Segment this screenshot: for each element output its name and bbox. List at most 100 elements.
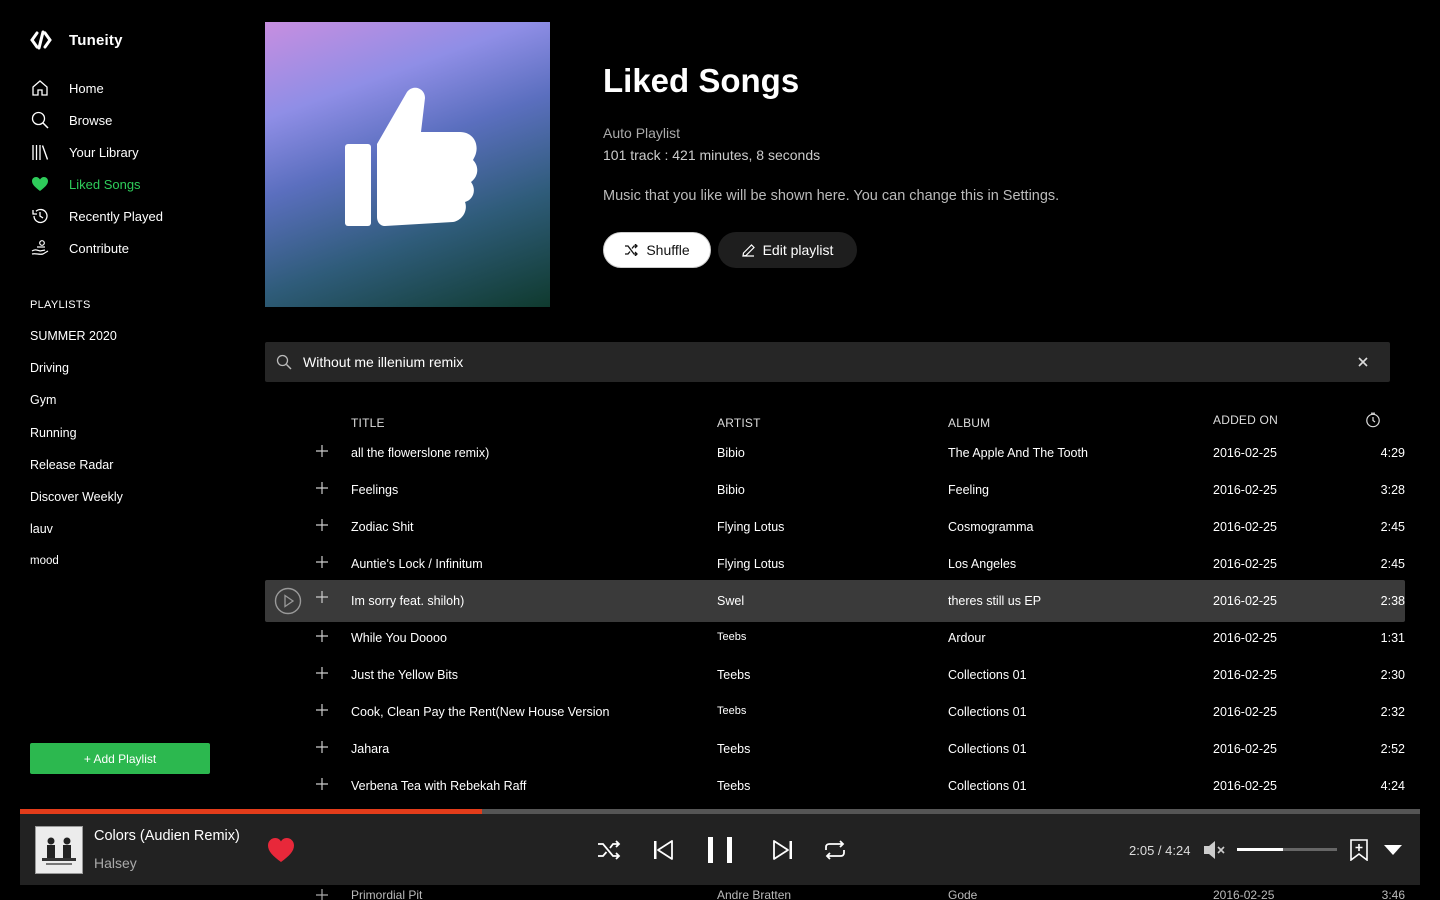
add-to-playlist-icon[interactable] [315,518,329,532]
chevron-down-icon[interactable] [1383,844,1403,856]
play-track-icon[interactable] [274,587,302,615]
track-artist[interactable]: Teebs [717,705,746,717]
like-heart-icon[interactable] [266,836,296,864]
table-row[interactable]: Feelings Bibio Feeling 2016-02-25 3:28 [265,471,1405,507]
library-icon [30,142,50,162]
playlist-cover [265,22,550,307]
playlist-item[interactable]: Running [30,417,230,449]
add-to-playlist-icon[interactable] [315,740,329,754]
track-album[interactable]: The Apple And The Tooth [948,446,1088,460]
column-artist[interactable]: ARTIST [717,416,761,430]
track-duration: 2:52 [1380,742,1405,756]
repeat-icon[interactable] [823,839,847,861]
track-album[interactable]: Collections 01 [948,742,1027,756]
add-to-playlist-icon[interactable] [315,481,329,495]
bookmark-add-icon[interactable] [1349,839,1369,861]
table-row[interactable]: Im sorry feat. shiloh) Swel theres still u… [265,580,1405,622]
add-to-playlist-icon[interactable] [315,777,329,791]
clear-search-icon[interactable] [1356,355,1370,369]
track-added: 2016-02-25 [1213,631,1277,645]
now-playing-artist[interactable]: Halsey [94,855,137,871]
playlist-item[interactable]: Discover Weekly [30,481,230,513]
track-artist[interactable]: Flying Lotus [717,520,784,534]
track-album[interactable]: Ardour [948,631,986,645]
track-duration: 2:30 [1380,668,1405,682]
nav-item-liked-songs[interactable]: Liked Songs [30,168,230,200]
add-to-playlist-icon[interactable] [315,888,329,900]
table-row[interactable]: Just the Yellow Bits Teebs Collections 01 2… [265,656,1405,692]
search-icon [276,354,292,370]
table-row[interactable]: While You Doooo Teebs Ardour 2016-02-25 1:31 [265,619,1405,655]
track-artist[interactable]: Teebs [717,668,750,682]
nav-item-home[interactable]: Home [30,72,230,104]
contribute-icon [30,238,50,258]
shuffle-icon[interactable] [597,840,621,860]
table-row[interactable]: all the flowerslone remix) Bibio The Apple… [265,434,1405,470]
playlist-type: Auto Playlist [603,125,681,141]
album-art[interactable] [35,826,83,874]
nav-item-library[interactable]: Your Library [30,136,230,168]
add-to-playlist-icon[interactable] [315,666,329,680]
track-artist[interactable]: Bibio [717,483,745,497]
table-row[interactable]: Zodiac Shit Flying Lotus Cosmogramma 2016-0… [265,508,1405,544]
nav-item-contribute[interactable]: Contribute [30,232,230,264]
track-artist[interactable]: Teebs [717,742,750,756]
brand[interactable]: Tuneity [30,30,123,50]
track-added: 2016-02-25 [1213,779,1277,793]
playlist-item[interactable]: mood [30,545,230,577]
track-artist[interactable]: Swel [717,594,744,608]
track-album[interactable]: Feeling [948,483,989,497]
track-artist[interactable]: Teebs [717,779,750,793]
table-row[interactable]: Cook, Clean Pay the Rent(New House Versi… [265,693,1405,729]
track-artist[interactable]: Flying Lotus [717,557,784,571]
search-input[interactable] [303,354,1303,370]
table-row[interactable]: Auntie's Lock / Infinitum Flying Lotus Los… [265,545,1405,581]
track-artist[interactable]: Bibio [717,446,745,460]
track-album[interactable]: Collections 01 [948,705,1027,719]
duration-clock-icon[interactable] [1365,412,1381,428]
column-title[interactable]: TITLE [351,416,385,430]
add-playlist-button[interactable]: + Add Playlist [30,743,210,774]
playlist-item[interactable]: Driving [30,352,230,384]
nav-item-browse[interactable]: Browse [30,104,230,136]
track-duration: 2:45 [1380,557,1405,571]
track-album[interactable]: Los Angeles [948,557,1016,571]
mute-volume-icon[interactable] [1202,839,1226,861]
add-to-playlist-icon[interactable] [315,555,329,569]
nav-item-recently-played[interactable]: Recently Played [30,200,230,232]
add-to-playlist-icon[interactable] [315,703,329,717]
column-added-on[interactable]: ADDED ON [1213,413,1278,427]
shuffle-button[interactable]: Shuffle [603,232,711,268]
playlist-item[interactable]: Gym [30,384,230,416]
album-art-image [36,827,82,873]
edit-playlist-button[interactable]: Edit playlist [718,232,857,268]
nav-label: Browse [69,112,113,128]
previous-track-icon[interactable] [652,839,674,861]
column-album[interactable]: ALBUM [948,416,990,430]
table-row[interactable]: Verbena Tea with Rebekah Raff Teebs Collec… [265,767,1405,803]
track-added: 2016-02-25 [1213,705,1277,719]
player-bar: Colors (Audien Remix) Halsey 2:05 / 4:24 [20,814,1420,885]
track-title: Cook, Clean Pay the Rent(New House Versi… [351,705,610,719]
table-row[interactable]: Jahara Teebs Collections 01 2016-02-25 2:52 [265,730,1405,766]
playlist-item[interactable]: lauv [30,513,230,545]
track-album[interactable]: Collections 01 [948,779,1027,793]
playlist-description: Music that you like will be shown here. … [603,188,1060,204]
track-album[interactable]: theres still us EP [948,594,1041,608]
track-artist[interactable]: Teebs [717,631,746,643]
add-to-playlist-icon[interactable] [315,590,329,604]
track-album[interactable]: Collections 01 [948,668,1027,682]
edit-playlist-label: Edit playlist [762,242,834,258]
pause-icon[interactable] [706,836,736,864]
track-title: Primordial Pit [351,888,423,900]
volume-slider[interactable] [1237,848,1337,851]
table-row-partial[interactable]: Primordial Pit Andre Bratten Gode 2016-0… [265,885,1405,900]
playlist-item[interactable]: SUMMER 2020 [30,320,230,352]
add-to-playlist-icon[interactable] [315,444,329,458]
now-playing-title[interactable]: Colors (Audien Remix) [94,828,240,844]
track-album[interactable]: Cosmogramma [948,520,1033,534]
add-to-playlist-icon[interactable] [315,629,329,643]
track-title: Feelings [351,483,399,497]
next-track-icon[interactable] [772,839,794,861]
playlist-item[interactable]: Release Radar [30,449,230,481]
